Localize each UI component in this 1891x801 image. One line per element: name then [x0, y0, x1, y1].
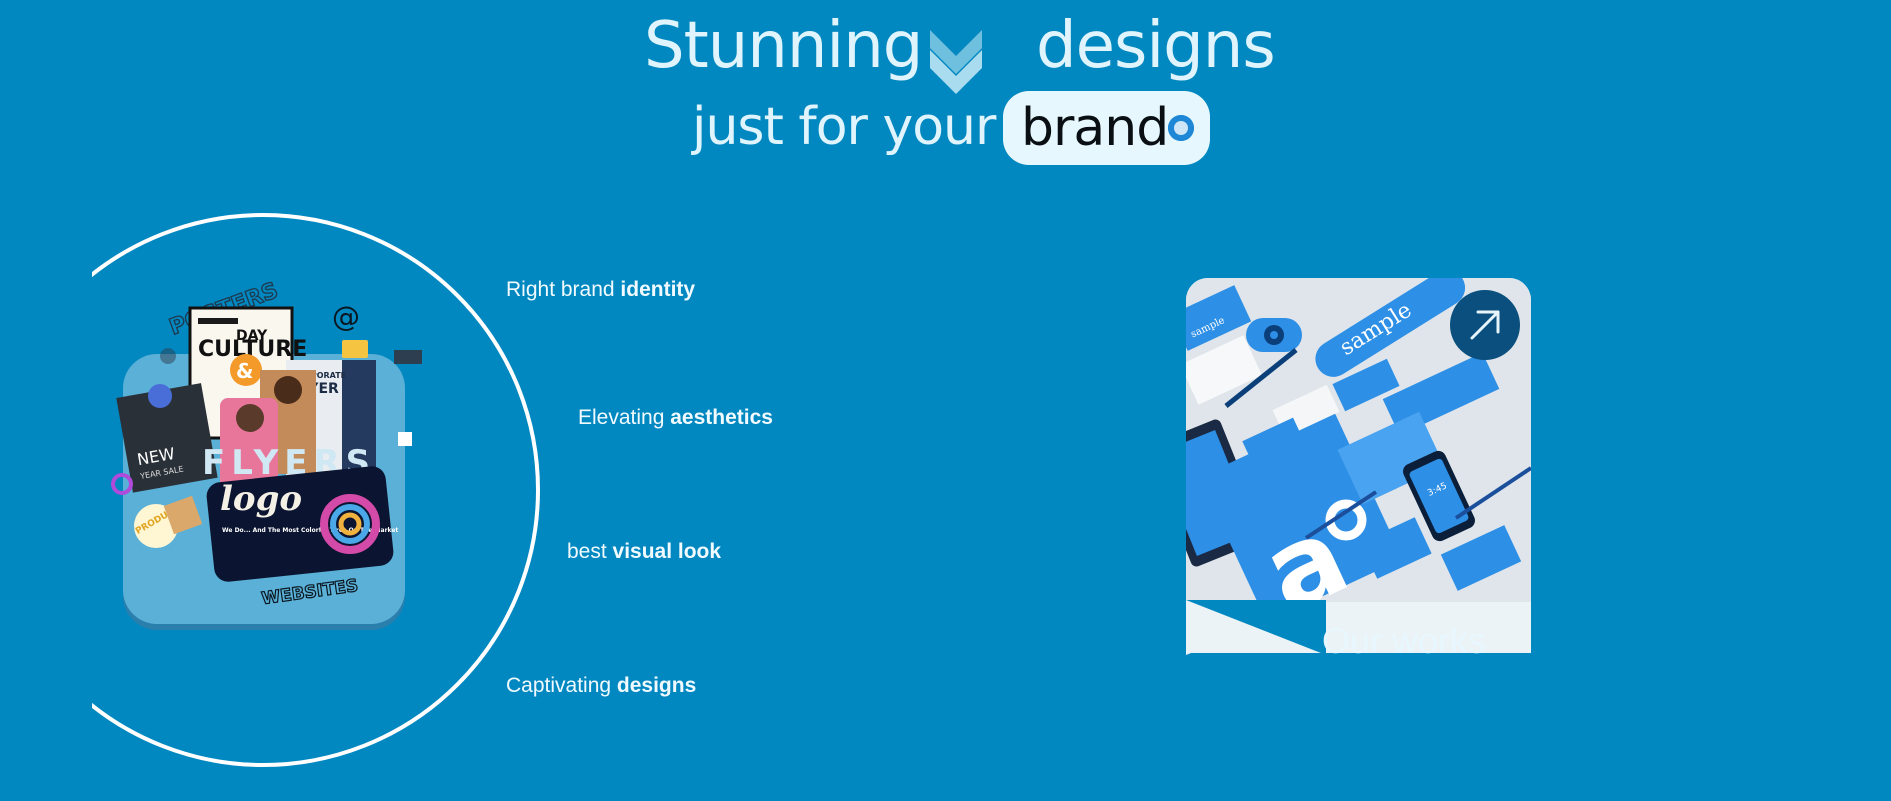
services-collage-image: POSTERS @ CULTURE DAY & CORPORATE FLYER … [111, 278, 422, 608]
arrow-up-right-icon [1470, 310, 1500, 340]
feature-plain: best [567, 540, 613, 563]
svg-text:@: @ [332, 300, 360, 333]
hero-word-designs: designs [1036, 9, 1276, 83]
chevron-down-icon [930, 30, 982, 94]
feature-plain: Right brand [506, 278, 621, 301]
feature-identity: Right brand identity [506, 278, 695, 302]
collage-websites-text: WEBSITES [260, 576, 359, 608]
feature-plain: Captivating [506, 674, 617, 697]
feature-bold: identity [620, 278, 696, 301]
open-works-button[interactable] [1450, 290, 1520, 360]
brand-dot-icon [1168, 115, 1194, 141]
feature-aesthetics: Elevating aesthetics [578, 406, 773, 430]
feature-plain: Elevating [578, 406, 671, 429]
feature-bold: visual look [612, 540, 722, 563]
collage-day-text: DAY [236, 328, 268, 344]
hero-word-stunning: Stunning [644, 9, 923, 83]
feature-bold: designs [616, 674, 697, 697]
feature-designs: Captivating designs [506, 674, 696, 698]
collage-logo-text: logo [220, 479, 302, 519]
hero-subheading: just for your brand [0, 88, 1891, 172]
svg-text:&: & [236, 359, 253, 383]
our-works-label[interactable]: Our works [1186, 620, 1622, 662]
hero-heading: Stunning designs [0, 4, 1891, 94]
feature-bold: aesthetics [670, 406, 773, 429]
hero-line2-prefix: just for your [692, 97, 996, 157]
feature-visual-look: best visual look [567, 540, 721, 564]
brand-pill: brand [1003, 91, 1210, 165]
brand-word: brand [1021, 98, 1169, 158]
